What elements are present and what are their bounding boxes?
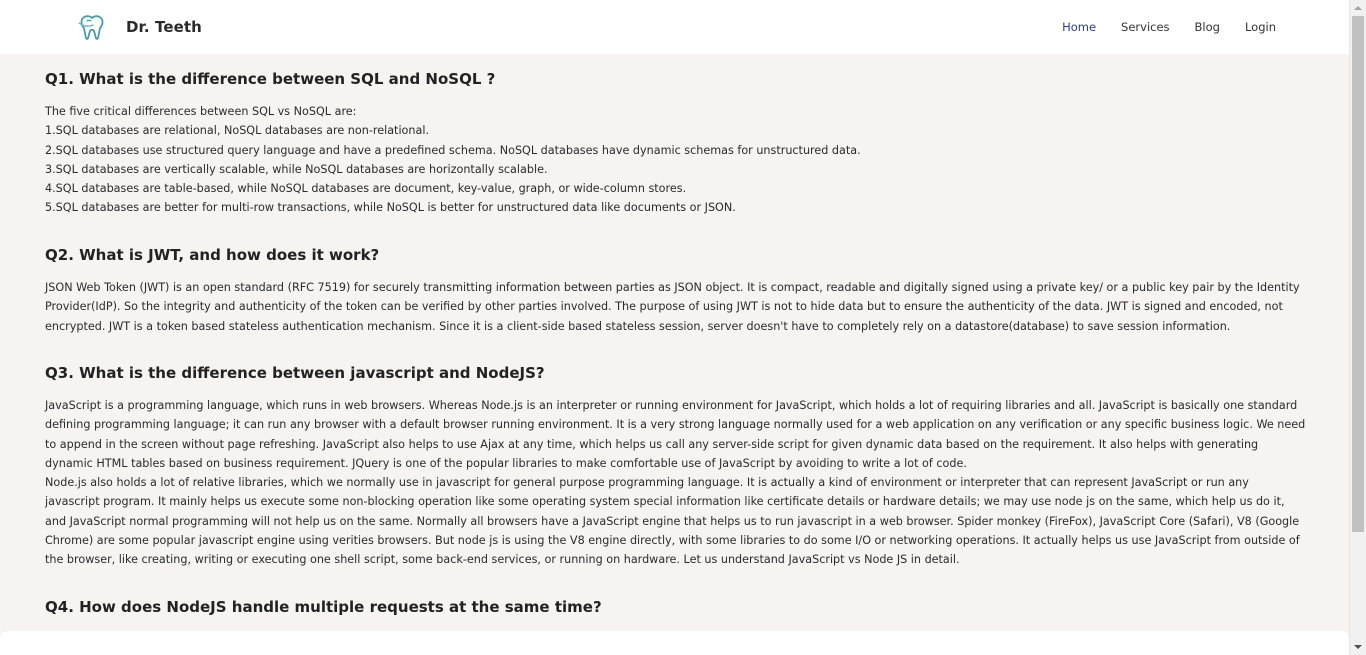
question-1-answer: The five critical differences between SQ… bbox=[45, 102, 1307, 218]
question-2-title: Q2. What is JWT, and how does it work? bbox=[45, 246, 380, 264]
question-3: Q3. What is the difference between javas… bbox=[45, 362, 1307, 570]
nav-link-services[interactable]: Services bbox=[1121, 20, 1170, 34]
brand-name: Dr. Teeth bbox=[126, 18, 202, 36]
answer-paragraph: Node.js also holds a lot of relative lib… bbox=[45, 476, 1300, 567]
question-4: Q4. How does NodeJS handle multiple requ… bbox=[45, 596, 1307, 618]
scroll-down-arrow-icon[interactable] bbox=[1354, 645, 1362, 649]
brand[interactable]: Dr. Teeth bbox=[77, 13, 202, 41]
question-1: Q1. What is the difference between SQL a… bbox=[45, 68, 1307, 218]
answer-line: 4.SQL databases are table-based, while N… bbox=[45, 182, 687, 196]
nav-links: Home Services Blog Login bbox=[1037, 0, 1276, 54]
scroll-up-arrow-icon[interactable] bbox=[1354, 6, 1362, 10]
question-3-title: Q3. What is the difference between javas… bbox=[45, 364, 545, 382]
question-3-answer: JavaScript is a programming language, wh… bbox=[45, 396, 1307, 570]
answer-line: 1.SQL databases are relational, NoSQL da… bbox=[45, 124, 430, 138]
question-1-title: Q1. What is the difference between SQL a… bbox=[45, 70, 496, 88]
question-2: Q2. What is JWT, and how does it work? J… bbox=[45, 244, 1307, 336]
nav-link-home[interactable]: Home bbox=[1062, 20, 1096, 34]
answer-card bbox=[0, 631, 1349, 655]
tooth-logo-icon bbox=[78, 15, 104, 40]
question-4-title: Q4. How does NodeJS handle multiple requ… bbox=[45, 598, 602, 616]
answer-line: 2.SQL databases use structured query lan… bbox=[45, 143, 861, 157]
answer-paragraph: JSON Web Token (JWT) is an open standard… bbox=[45, 281, 1300, 333]
nav-link-login[interactable]: Login bbox=[1245, 20, 1276, 34]
answer-paragraph: JavaScript is a programming language, wh… bbox=[45, 399, 1306, 470]
page-scrollbar[interactable] bbox=[1349, 0, 1366, 655]
navbar: Dr. Teeth Home Services Blog Login bbox=[0, 0, 1349, 54]
answer-line: 3.SQL databases are vertically scalable,… bbox=[45, 162, 548, 176]
answer-line: 5.SQL databases are better for multi-row… bbox=[45, 201, 736, 215]
page: Dr. Teeth Home Services Blog Login Q1. W… bbox=[0, 0, 1349, 655]
nav-link-blog[interactable]: Blog bbox=[1195, 20, 1220, 34]
scroll-thumb[interactable] bbox=[1352, 16, 1364, 532]
answer-line: The five critical differences between SQ… bbox=[45, 105, 357, 118]
question-2-answer: JSON Web Token (JWT) is an open standard… bbox=[45, 278, 1307, 336]
